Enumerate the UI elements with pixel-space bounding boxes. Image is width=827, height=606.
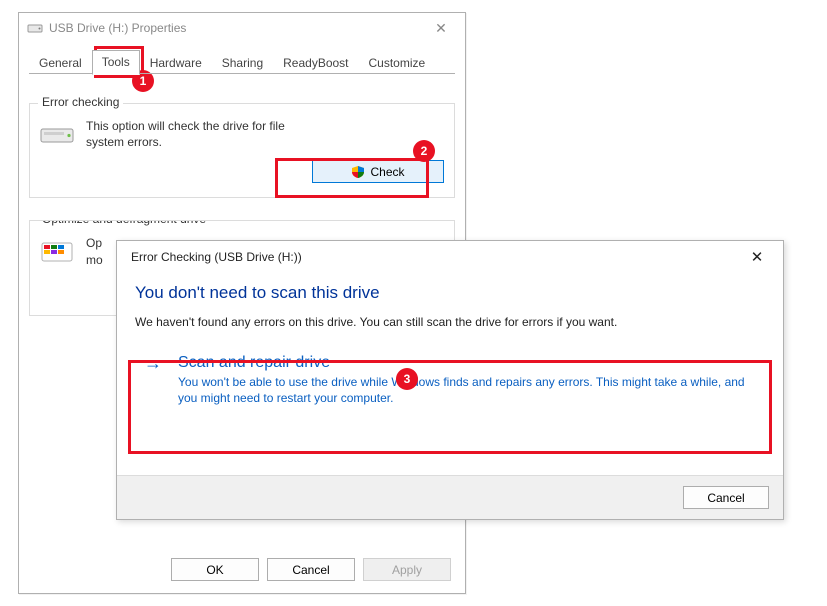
ok-button[interactable]: OK [171, 558, 259, 581]
tab-customize[interactable]: Customize [359, 51, 436, 75]
close-icon[interactable]: ✕ [421, 20, 461, 37]
dialog-cancel-button[interactable]: Cancel [683, 486, 769, 509]
dialog-subtext: We haven't found any errors on this driv… [135, 315, 765, 329]
tab-hardware[interactable]: Hardware [140, 51, 212, 75]
defrag-icon [40, 237, 74, 265]
dialog-title: Error Checking (USB Drive (H:)) [131, 250, 737, 264]
optimize-text: Op mo [86, 235, 103, 267]
group-error-checking: Error checking This option will check th… [29, 103, 455, 198]
apply-button: Apply [363, 558, 451, 581]
scan-repair-command[interactable]: → Scan and repair drive You won't be abl… [135, 345, 765, 417]
properties-buttons: OK Cancel Apply [171, 558, 451, 581]
optimize-text-l2: mo [86, 253, 103, 267]
dialog-titlebar: Error Checking (USB Drive (H:)) ✕ [117, 241, 783, 273]
check-button[interactable]: Check [312, 160, 444, 183]
check-button-label: Check [370, 165, 404, 179]
tab-readyboost[interactable]: ReadyBoost [273, 51, 358, 75]
tab-general[interactable]: General [29, 51, 92, 75]
drive-icon [27, 20, 43, 36]
arrow-right-icon: → [144, 354, 162, 372]
dialog-close-icon[interactable]: ✕ [737, 248, 777, 266]
cancel-button[interactable]: Cancel [267, 558, 355, 581]
group-error-legend: Error checking [38, 95, 123, 109]
drive-large-icon [40, 120, 74, 148]
error-check-text: This option will check the drive for fil… [86, 118, 326, 150]
dialog-body: You don't need to scan this drive We hav… [117, 273, 783, 417]
tab-strip: General Tools Hardware Sharing ReadyBoos… [29, 49, 455, 74]
dialog-footer: Cancel [117, 475, 783, 519]
dialog-headline: You don't need to scan this drive [135, 283, 765, 303]
tab-tools[interactable]: Tools [92, 50, 140, 75]
group-optimize-legend: Optimize and defragment drive [38, 220, 210, 226]
uac-shield-icon [351, 165, 365, 179]
titlebar: USB Drive (H:) Properties ✕ [19, 13, 465, 43]
command-title: Scan and repair drive [178, 354, 754, 372]
optimize-text-l1: Op [86, 236, 102, 250]
error-checking-dialog: Error Checking (USB Drive (H:)) ✕ You do… [116, 240, 784, 520]
tab-sharing[interactable]: Sharing [212, 51, 273, 75]
window-title: USB Drive (H:) Properties [49, 21, 421, 35]
command-desc: You won't be able to use the drive while… [178, 374, 754, 406]
